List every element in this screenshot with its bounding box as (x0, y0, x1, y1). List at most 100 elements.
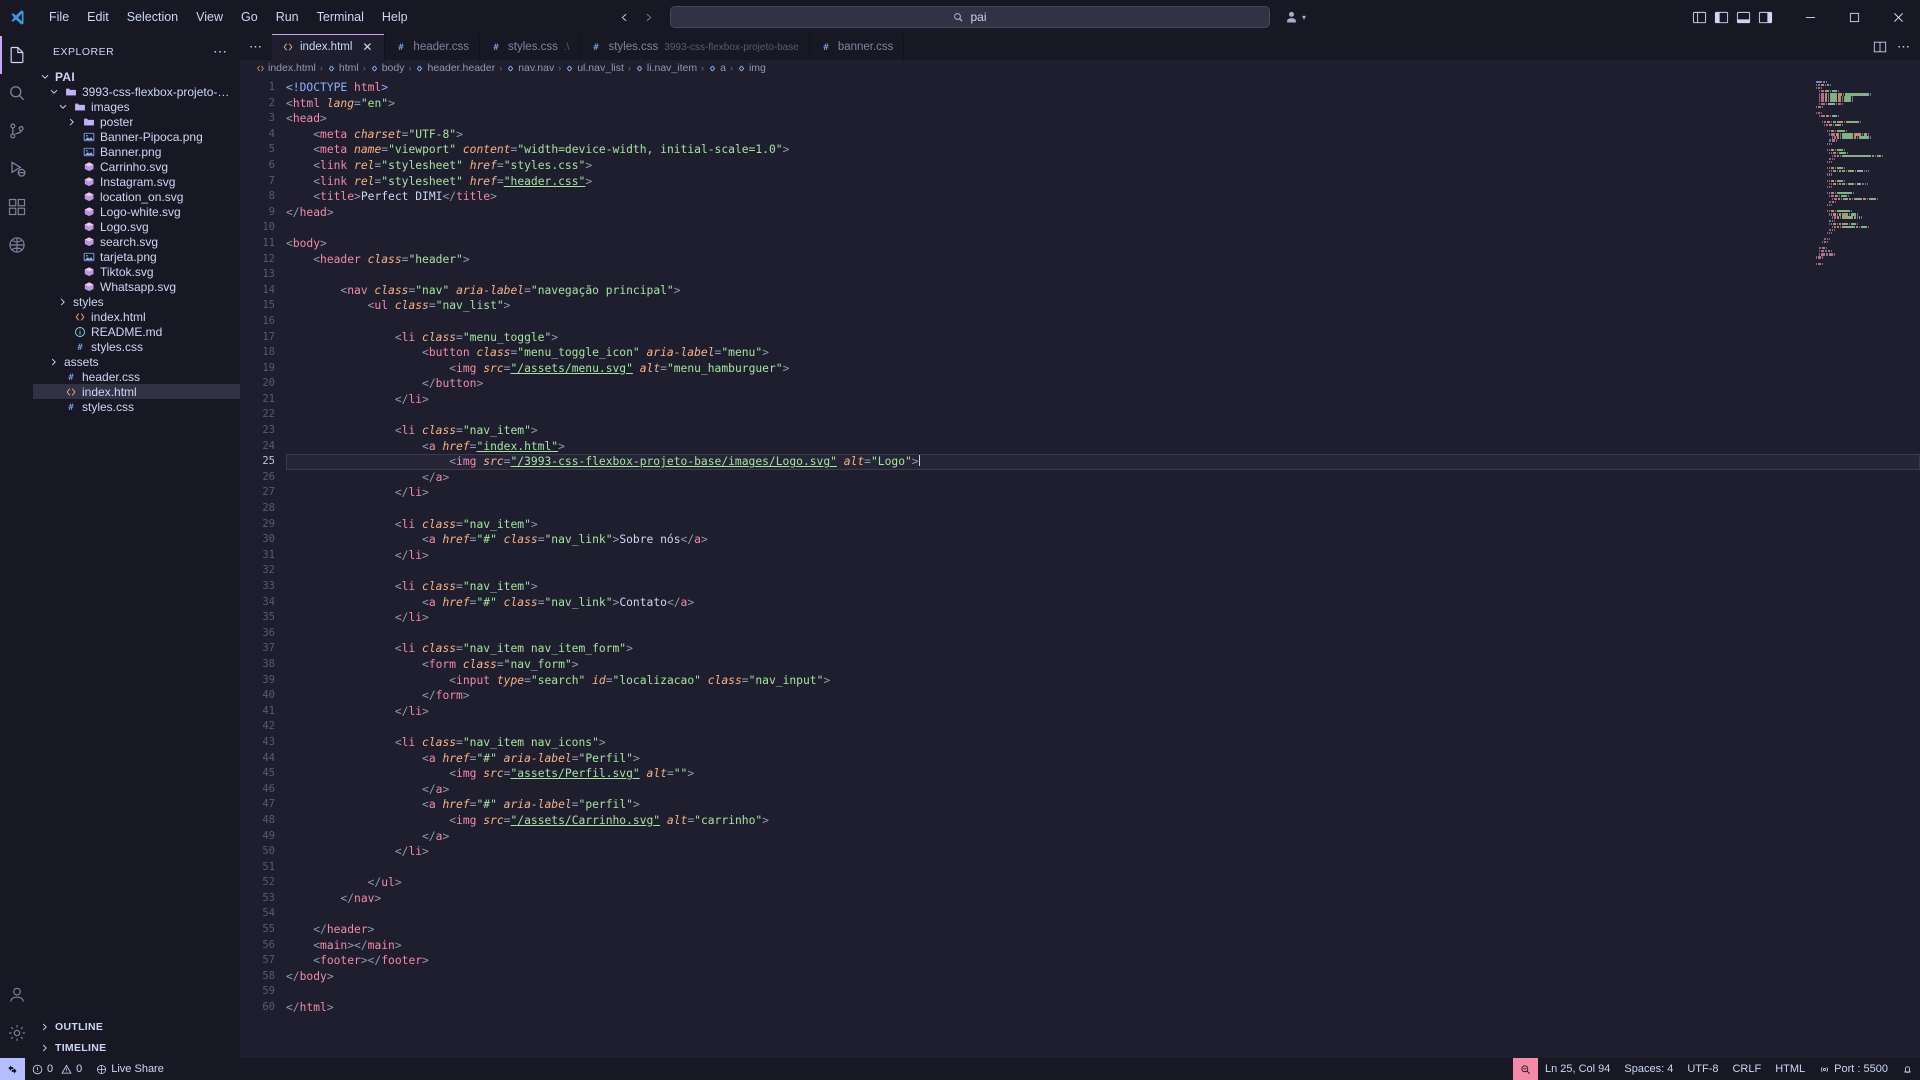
code-line[interactable]: <footer></footer> (286, 953, 1920, 969)
code-line[interactable]: <body> (286, 236, 1920, 252)
toggle-primary-sidebar-icon[interactable] (1712, 10, 1730, 25)
tree-file[interactable]: Tiktok.svg (33, 264, 240, 279)
cursor-position[interactable]: Ln 25, Col 94 (1538, 1058, 1617, 1080)
sidebar-item-live-share[interactable] (0, 226, 33, 264)
editor-tab[interactable]: # styles.css 3993-css-flexbox-projeto-base (580, 34, 810, 60)
code-line[interactable]: <ul class="nav_list"> (286, 298, 1920, 314)
tree-file[interactable]: Logo.svg (33, 219, 240, 234)
code-line[interactable]: </button> (286, 376, 1920, 392)
split-editor-icon[interactable] (1873, 40, 1887, 54)
indentation-setting[interactable]: Spaces: 4 (1617, 1058, 1680, 1080)
code-line[interactable]: <img src="/assets/Carrinho.svg" alt="car… (286, 813, 1920, 829)
code-line[interactable]: <a href="index.html"> (286, 439, 1920, 455)
sidebar-item-search[interactable] (0, 74, 33, 112)
code-line[interactable]: <img src="/assets/menu.svg" alt="menu_ha… (286, 361, 1920, 377)
code-line[interactable]: <li class="nav_item"> (286, 579, 1920, 595)
tree-folder[interactable]: 3993-css-flexbox-projeto-base (33, 84, 240, 99)
code-line[interactable]: <link rel="stylesheet" href="styles.css"… (286, 158, 1920, 174)
code-line[interactable] (286, 267, 1920, 283)
code-line[interactable]: <a href="#" class="nav_link">Contato</a> (286, 595, 1920, 611)
tree-file[interactable]: # styles.css (33, 339, 240, 354)
code-line[interactable]: <li class="nav_item"> (286, 423, 1920, 439)
tree-folder[interactable]: assets (33, 354, 240, 369)
code-line[interactable]: <html lang="en"> (286, 96, 1920, 112)
code-line[interactable]: <meta charset="UTF-8"> (286, 127, 1920, 143)
tree-file[interactable]: # header.css (33, 369, 240, 384)
code-line[interactable]: <li class="menu_toggle"> (286, 330, 1920, 346)
code-line[interactable]: <meta name="viewport" content="width=dev… (286, 142, 1920, 158)
search-cancel-badge[interactable] (1512, 1058, 1538, 1080)
menu-file[interactable]: File (40, 6, 78, 28)
code-line[interactable]: <form class="nav_form"> (286, 657, 1920, 673)
code-line[interactable] (286, 563, 1920, 579)
code-line[interactable]: </li> (286, 704, 1920, 720)
breadcrumb-item[interactable]: body (370, 62, 404, 74)
toggle-panel-icon[interactable] (1734, 10, 1752, 25)
customize-layout-icon[interactable] (1690, 10, 1708, 25)
code-line[interactable]: <nav class="nav" aria-label="navegação p… (286, 283, 1920, 299)
menu-go[interactable]: Go (232, 6, 267, 28)
editor-tab[interactable]: # styles.css .\ (480, 34, 581, 60)
live-share-status[interactable]: Live Share (89, 1058, 171, 1080)
breadcrumb-item[interactable]: index.html (256, 62, 316, 74)
language-mode[interactable]: HTML (1768, 1058, 1812, 1080)
code-line[interactable]: <button class="menu_toggle_icon" aria-la… (286, 345, 1920, 361)
tree-file[interactable]: tarjeta.png (33, 249, 240, 264)
code-line[interactable]: </nav> (286, 891, 1920, 907)
code-line[interactable] (286, 220, 1920, 236)
code-line[interactable] (286, 501, 1920, 517)
tab-close-icon[interactable]: ✕ (360, 40, 374, 54)
sidebar-more-actions-icon[interactable]: ⋯ (213, 43, 228, 60)
menu-terminal[interactable]: Terminal (308, 6, 373, 28)
menu-selection[interactable]: Selection (118, 6, 187, 28)
code-line[interactable]: </form> (286, 688, 1920, 704)
accounts-icon[interactable]: ▾ (1284, 10, 1306, 25)
code-line[interactable] (286, 860, 1920, 876)
code-line[interactable] (286, 314, 1920, 330)
sidebar-section-timeline[interactable]: TIMELINE (33, 1037, 240, 1058)
breadcrumb-item[interactable]: img (737, 62, 766, 74)
code-line[interactable]: <title>Perfect DIMI</title> (286, 189, 1920, 205)
chevron-down-icon[interactable] (39, 71, 51, 83)
code-line[interactable]: <a href="#" class="nav_link">Sobre nós</… (286, 532, 1920, 548)
code-content[interactable]: <!DOCTYPE html> <html lang="en"> <head> <m… (286, 76, 1920, 1058)
quick-input-search[interactable]: pai (669, 6, 1270, 28)
editor-more-actions-icon[interactable]: ⋯ (1897, 39, 1910, 55)
code-line[interactable]: </a> (286, 470, 1920, 486)
menu-help[interactable]: Help (373, 6, 417, 28)
code-line[interactable]: <a href="#" aria-label="perfil"> (286, 797, 1920, 813)
code-line[interactable]: </body> (286, 969, 1920, 985)
sidebar-section-outline[interactable]: OUTLINE (33, 1016, 240, 1037)
chevron-right-icon[interactable] (66, 116, 78, 128)
tree-file[interactable]: Banner.png (33, 144, 240, 159)
tree-file[interactable]: index.html (33, 384, 240, 399)
accounts-button[interactable] (0, 976, 33, 1014)
go-forward-icon[interactable] (638, 6, 660, 28)
eol-setting[interactable]: CRLF (1725, 1058, 1768, 1080)
code-line[interactable]: </ul> (286, 875, 1920, 891)
code-line[interactable]: </li> (286, 485, 1920, 501)
problems-status[interactable]: 0 0 (25, 1058, 89, 1080)
code-line[interactable]: <head> (286, 111, 1920, 127)
code-line[interactable]: </li> (286, 548, 1920, 564)
code-line[interactable]: <li class="nav_item"> (286, 517, 1920, 533)
go-back-icon[interactable] (614, 6, 636, 28)
tree-file[interactable]: Carrinho.svg (33, 159, 240, 174)
code-line[interactable]: </li> (286, 844, 1920, 860)
tree-root[interactable]: PAI (33, 69, 240, 84)
tree-file[interactable]: index.html (33, 309, 240, 324)
tree-file[interactable]: Instagram.svg (33, 174, 240, 189)
editor-scrollbar[interactable] (1908, 76, 1918, 1058)
breadcrumb-item[interactable]: a (708, 62, 726, 74)
tree-file[interactable]: README.md (33, 324, 240, 339)
sidebar-item-source-control[interactable] (0, 112, 33, 150)
code-line[interactable]: </a> (286, 829, 1920, 845)
tree-folder[interactable]: styles (33, 294, 240, 309)
code-line[interactable]: </li> (286, 610, 1920, 626)
menu-edit[interactable]: Edit (78, 6, 118, 28)
code-line[interactable] (286, 906, 1920, 922)
menu-run[interactable]: Run (267, 6, 308, 28)
chevron-down-icon[interactable] (57, 101, 69, 113)
code-line[interactable]: <!DOCTYPE html> (286, 80, 1920, 96)
breadcrumb-item[interactable]: header.header (415, 62, 495, 74)
